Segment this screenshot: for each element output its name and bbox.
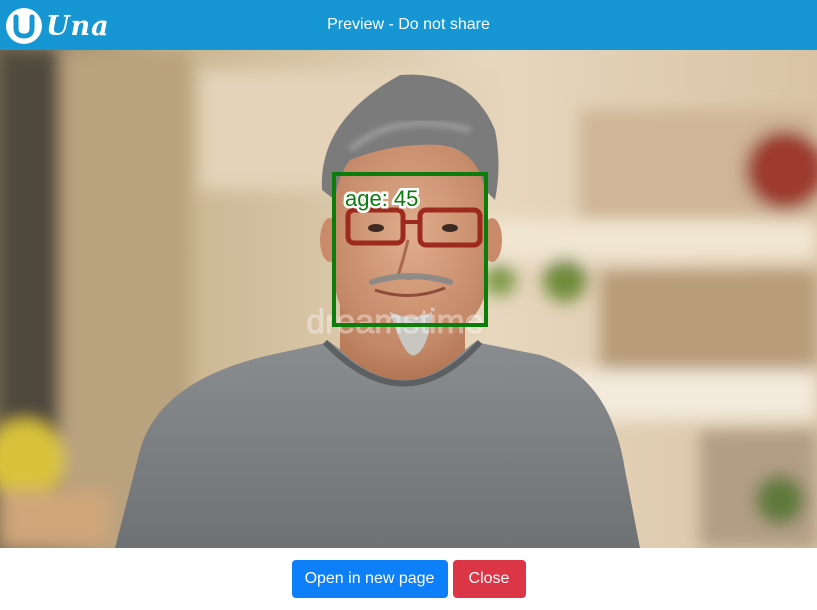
- age-label: age: 45: [345, 186, 418, 211]
- dialog-footer: Open in new page Close: [0, 548, 817, 610]
- open-in-new-page-button[interactable]: Open in new page: [291, 560, 448, 598]
- preview-image: dreamstime age: 45: [0, 50, 817, 548]
- close-button[interactable]: Close: [452, 560, 526, 598]
- dialog-title: Preview - Do not share: [327, 16, 490, 33]
- header-bar: Una Preview - Do not share: [0, 0, 817, 50]
